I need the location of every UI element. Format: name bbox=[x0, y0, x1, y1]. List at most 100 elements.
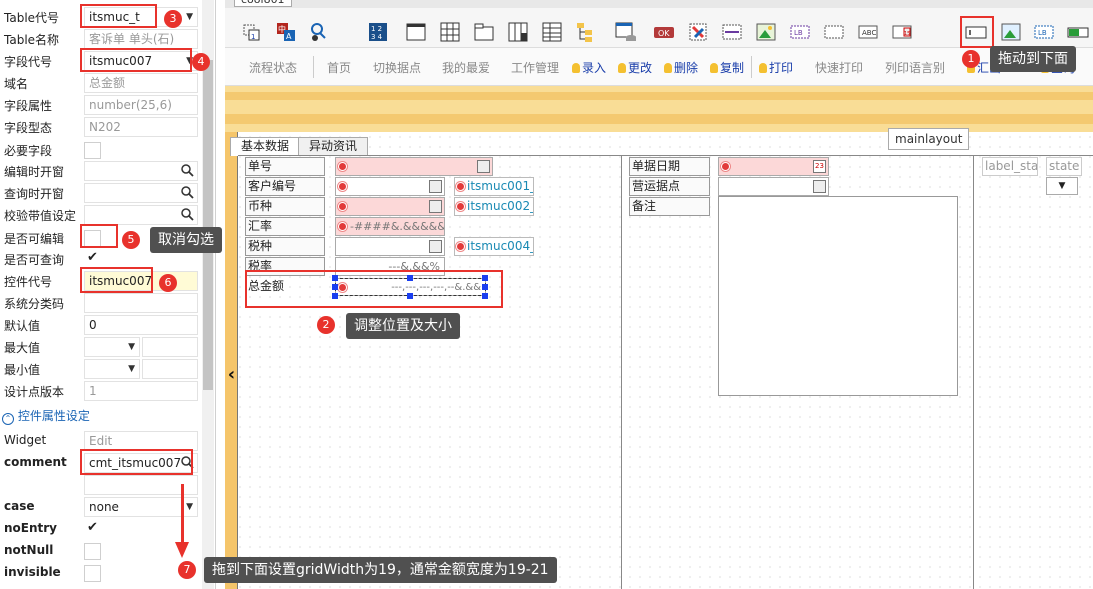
tree-icon[interactable] bbox=[575, 21, 597, 43]
grid-table-icon[interactable] bbox=[541, 21, 563, 43]
min-value-input[interactable] bbox=[142, 359, 198, 379]
date-range-icon[interactable] bbox=[721, 21, 743, 43]
lookup-icon[interactable] bbox=[429, 240, 442, 253]
action-favorites[interactable]: 我的最爱 bbox=[442, 59, 490, 76]
currency-input[interactable] bbox=[335, 197, 445, 216]
folder-tab-icon[interactable] bbox=[473, 21, 495, 43]
svg-text:1: 1 bbox=[251, 33, 255, 41]
search-icon[interactable] bbox=[180, 185, 194, 199]
textbox-dashed-icon[interactable] bbox=[823, 21, 845, 43]
lookup-icon[interactable] bbox=[429, 180, 442, 193]
action-copy[interactable]: 复制 bbox=[710, 59, 744, 76]
prop-row-domain: 域名 总金额 bbox=[0, 72, 200, 94]
label-stat-field[interactable]: label_stat bbox=[982, 157, 1038, 176]
ok-button-icon[interactable]: OK bbox=[653, 21, 675, 43]
file-tab-strip bbox=[225, 0, 1093, 8]
table-icon[interactable] bbox=[439, 21, 461, 43]
prop-row-max: 最大值 ▼ bbox=[0, 336, 200, 358]
annotation-badge-6: 6 bbox=[159, 274, 177, 292]
state-combo[interactable]: ▼ bbox=[1046, 177, 1078, 195]
action-home[interactable]: 首页 bbox=[327, 59, 351, 76]
action-print[interactable]: 打印 bbox=[759, 59, 793, 76]
column-grid-icon[interactable] bbox=[507, 21, 529, 43]
progress-field-icon[interactable] bbox=[1067, 21, 1089, 43]
tab-order-icon[interactable]: 1 bbox=[241, 21, 263, 43]
query-window-input[interactable] bbox=[84, 183, 198, 203]
action-insert[interactable]: 录入 bbox=[572, 59, 606, 76]
action-work-mgmt[interactable]: 工作管理 bbox=[511, 59, 559, 76]
window-db-icon[interactable] bbox=[615, 21, 637, 43]
queryable-checkbox[interactable] bbox=[84, 250, 101, 268]
annotation-badge-2: 2 bbox=[317, 316, 335, 334]
action-switch-site[interactable]: 切换据点 bbox=[373, 59, 421, 76]
column-divider bbox=[973, 156, 974, 589]
action-modify[interactable]: 更改 bbox=[618, 59, 652, 76]
prop-row-comment-extra bbox=[0, 474, 200, 496]
text-edit-icon[interactable]: ABC bbox=[857, 21, 879, 43]
prop-row-edit-window: 编辑时开窗 bbox=[0, 160, 200, 182]
file-tab[interactable]: cool801 bbox=[234, 0, 292, 7]
panel-scrollbar-thumb[interactable] bbox=[203, 60, 213, 390]
chevron-left-icon[interactable]: ‹ bbox=[225, 365, 238, 387]
svg-text:1 2: 1 2 bbox=[371, 25, 382, 33]
field-label-remark: 备注 bbox=[629, 197, 710, 216]
image-add-icon[interactable] bbox=[755, 21, 777, 43]
prop-label: comment bbox=[4, 455, 67, 469]
action-print-lang[interactable]: 列印语言别 bbox=[885, 59, 945, 76]
state-field-label[interactable]: state bbox=[1046, 157, 1082, 176]
max-value-input[interactable] bbox=[142, 337, 198, 357]
invisible-checkbox[interactable] bbox=[84, 565, 101, 582]
action-delete[interactable]: 删除 bbox=[664, 59, 698, 76]
lookup-icon[interactable] bbox=[477, 160, 490, 173]
search-icon[interactable] bbox=[180, 207, 194, 221]
column-divider bbox=[621, 156, 622, 589]
calendar-field-icon[interactable]: 15 bbox=[891, 21, 913, 43]
panel-icon[interactable] bbox=[405, 21, 427, 43]
prop-label: 是否可查询 bbox=[4, 253, 65, 267]
section-title-text: 控件属性设定 bbox=[17, 409, 90, 423]
prop-row-version: 设计点版本 1 bbox=[0, 380, 200, 402]
default-value-input[interactable]: 0 bbox=[84, 315, 198, 335]
label-box-icon[interactable]: LB bbox=[789, 21, 811, 43]
customer-input[interactable] bbox=[335, 177, 445, 196]
action-quick-print[interactable]: 快速打印 bbox=[815, 59, 863, 76]
image-field-icon[interactable] bbox=[1000, 21, 1022, 43]
action-flow-status[interactable]: 流程状态 bbox=[249, 59, 297, 76]
notnull-checkbox[interactable] bbox=[84, 543, 101, 560]
annotation-tip-7: 拖到下面设置gridWidth为19，通常金额宽度为19-21 bbox=[204, 557, 557, 583]
search-user-icon[interactable] bbox=[307, 21, 329, 43]
annotation-badge-4: 4 bbox=[192, 53, 210, 71]
svg-text:A: A bbox=[286, 32, 292, 41]
operation-site-input[interactable] bbox=[718, 177, 829, 196]
calendar-icon[interactable]: 23 bbox=[813, 160, 826, 173]
noentry-checkbox[interactable] bbox=[84, 520, 101, 538]
tab-change-info[interactable]: 异动资讯 bbox=[298, 137, 369, 156]
min-value-dropdown[interactable]: ▼ bbox=[84, 359, 140, 379]
doc-no-input[interactable] bbox=[335, 157, 493, 176]
prop-label: 设计点版本 bbox=[4, 385, 65, 399]
doc-date-input[interactable]: 23 bbox=[718, 157, 829, 176]
lookup-icon[interactable] bbox=[813, 180, 826, 193]
search-icon[interactable] bbox=[180, 163, 194, 177]
annotation-box-4 bbox=[80, 48, 192, 72]
annotation-box-7 bbox=[80, 449, 193, 475]
label-field-icon[interactable]: LB bbox=[1033, 21, 1055, 43]
sys-category-input[interactable] bbox=[84, 293, 198, 313]
lightbulb-icon bbox=[759, 63, 767, 73]
prop-row-field-attr: 字段属性 number(25,6) bbox=[0, 94, 200, 116]
exchange-rate-input[interactable]: -####&.&&&&&&&&&& bbox=[335, 217, 445, 236]
max-value-dropdown[interactable]: ▼ bbox=[84, 337, 140, 357]
validation-input[interactable] bbox=[84, 205, 198, 225]
grid-1234-icon[interactable]: 1 23 4 bbox=[367, 21, 389, 43]
color-picker-icon[interactable] bbox=[687, 21, 709, 43]
lookup-icon[interactable] bbox=[429, 200, 442, 213]
widget-section-header[interactable]: ⌃ 控件属性设定 bbox=[2, 407, 90, 425]
annotation-box-2 bbox=[245, 270, 503, 308]
edit-window-input[interactable] bbox=[84, 161, 198, 181]
remark-textarea[interactable] bbox=[718, 196, 958, 396]
required-checkbox[interactable] bbox=[84, 142, 101, 159]
tab-basic-data[interactable]: 基本数据 bbox=[230, 137, 301, 156]
required-dot-icon bbox=[722, 163, 729, 170]
language-icon[interactable]: 中A bbox=[275, 21, 297, 43]
tax-type-input[interactable] bbox=[335, 237, 445, 256]
